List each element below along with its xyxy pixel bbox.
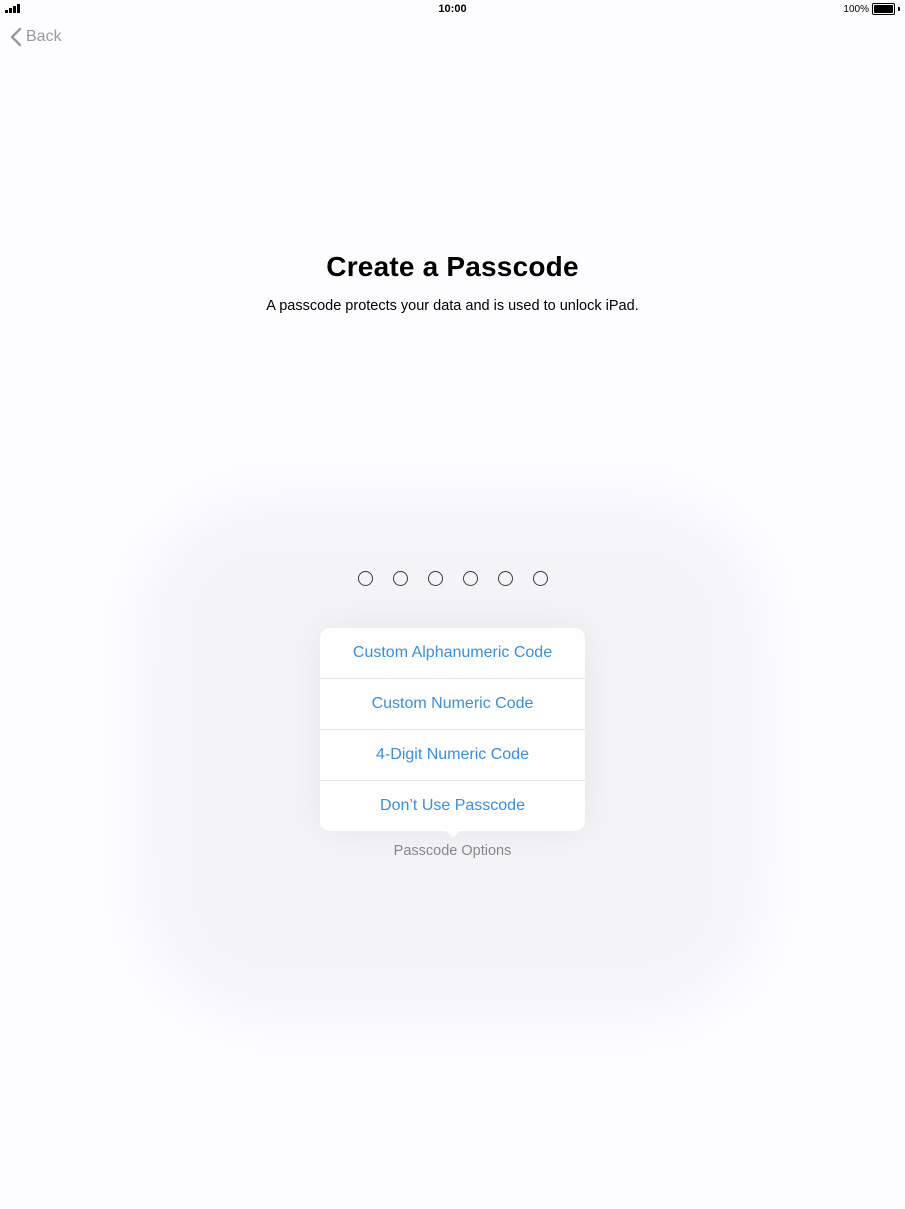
battery-indicator: 100% [843, 3, 900, 15]
back-button[interactable]: Back [10, 27, 62, 47]
page-subtitle: A passcode protects your data and is use… [266, 298, 639, 314]
option-dont-use-passcode[interactable]: Don’t Use Passcode [320, 781, 585, 831]
status-bar: 10:00 100% [0, 0, 905, 18]
passcode-options-menu: Custom Alphanumeric Code Custom Numeric … [320, 628, 585, 831]
battery-tip [898, 7, 900, 11]
status-time: 10:00 [438, 3, 467, 15]
passcode-dot [427, 571, 443, 586]
battery-icon [872, 3, 895, 15]
passcode-options-button[interactable]: Passcode Options [0, 843, 905, 859]
back-label: Back [26, 28, 62, 45]
page-title: Create a Passcode [326, 251, 579, 282]
passcode-dot [357, 571, 373, 586]
passcode-dots [0, 571, 905, 586]
passcode-dot [532, 571, 548, 586]
battery-percentage: 100% [843, 3, 869, 15]
passcode-dot [497, 571, 513, 586]
passcode-dot [392, 571, 408, 586]
option-custom-numeric[interactable]: Custom Numeric Code [320, 679, 585, 730]
popover-arrow [444, 829, 462, 838]
chevron-left-icon [10, 27, 22, 47]
option-custom-alphanumeric[interactable]: Custom Alphanumeric Code [320, 628, 585, 679]
passcode-dot [462, 571, 478, 586]
option-4-digit-numeric[interactable]: 4-Digit Numeric Code [320, 730, 585, 781]
